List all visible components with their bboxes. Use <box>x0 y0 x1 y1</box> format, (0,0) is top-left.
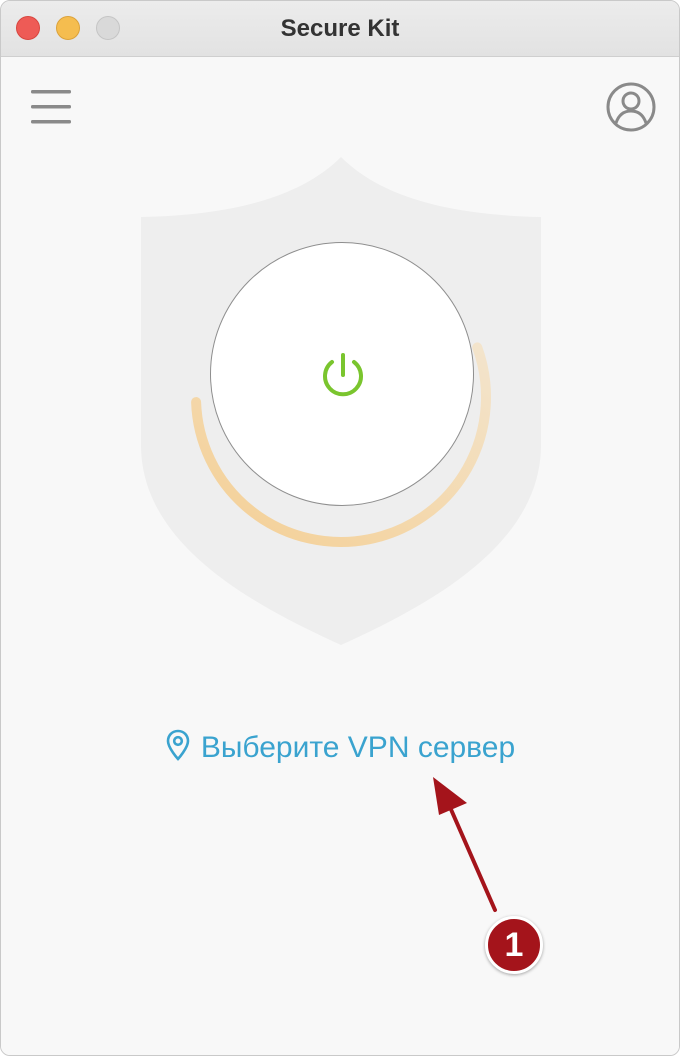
hamburger-menu-icon <box>31 90 71 124</box>
menu-button[interactable] <box>29 87 73 127</box>
annotation-badge: 1 <box>485 916 543 974</box>
window-title: Secure Kit <box>280 15 400 42</box>
connect-power-button[interactable] <box>210 242 474 506</box>
power-icon <box>323 353 363 397</box>
user-account-icon <box>606 82 656 132</box>
title-bar: Secure Kit <box>1 1 679 57</box>
choose-server-label: Выберите VPN сервер <box>200 731 516 764</box>
location-pin-icon <box>166 729 190 761</box>
app-window: Secure Kit Выберите VPN сервер 1 <box>0 0 680 1056</box>
choose-server-link[interactable]: Выберите VPN сервер <box>1 729 679 765</box>
account-button[interactable] <box>604 80 658 134</box>
main-content: Выберите VPN сервер 1 <box>1 57 679 1055</box>
